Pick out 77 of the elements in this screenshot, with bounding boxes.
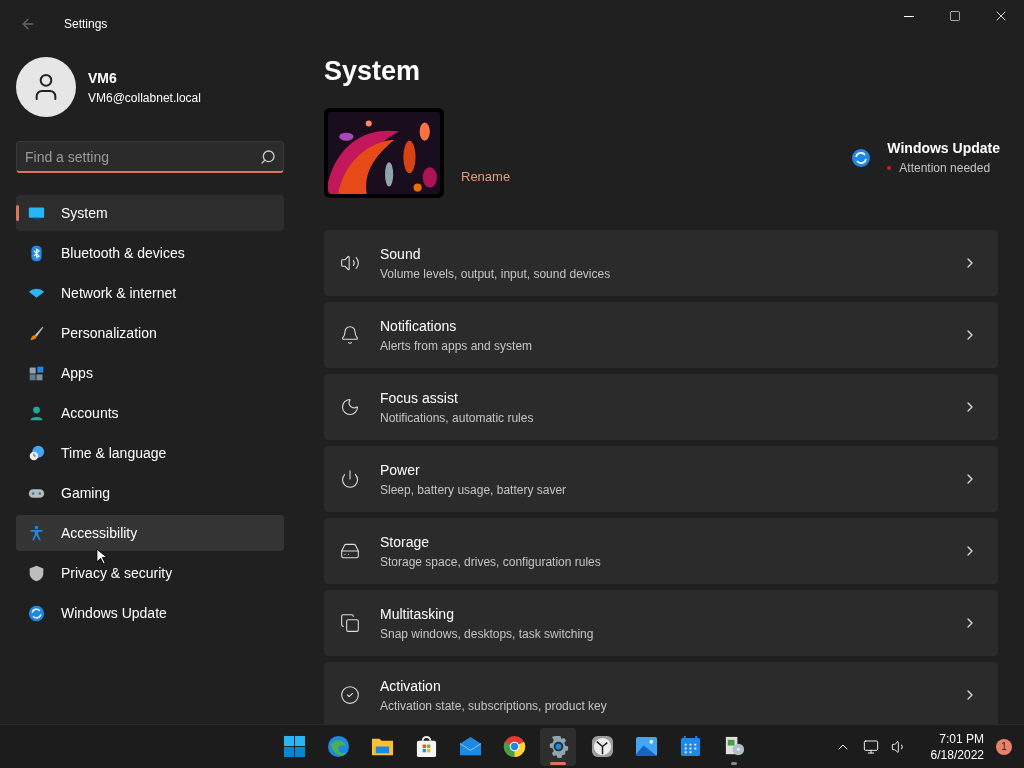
update-title[interactable]: Windows Update: [887, 138, 1000, 159]
bluetooth-icon: [28, 244, 45, 262]
user-email: VM6@collabnet.local: [88, 89, 201, 107]
bell-icon: [340, 325, 360, 345]
windows-logo-icon: [282, 735, 306, 758]
sidebar-item[interactable]: Time & language: [16, 435, 284, 471]
chrome-icon: [502, 735, 526, 758]
cursor-icon: [96, 548, 107, 565]
card-subtitle: Sleep, battery usage, battery saver: [380, 481, 568, 499]
settings-card[interactable]: Focus assist Notifications, automatic rules: [324, 374, 998, 440]
search-field[interactable]: Find a setting: [16, 141, 284, 173]
clock-time[interactable]: 7:01 PM: [939, 730, 984, 747]
sidebar-item[interactable]: Accessibility: [16, 515, 284, 551]
card-title: Sound: [380, 244, 422, 264]
card-subtitle: Notifications, automatic rules: [380, 409, 535, 427]
card-title: Focus assist: [380, 388, 459, 408]
running-indicator: [731, 761, 737, 765]
check-circle-icon: [340, 685, 360, 705]
sidebar-item[interactable]: Privacy & security: [16, 555, 284, 591]
rename-link[interactable]: Rename: [461, 166, 511, 186]
sync-icon: [851, 147, 872, 168]
speaker-icon: [340, 253, 360, 273]
power-icon: [340, 469, 360, 489]
card-subtitle: Activation state, subscriptions, product key: [380, 697, 608, 715]
sidebar-item[interactable]: Apps: [16, 355, 284, 391]
calendar-icon: [678, 735, 702, 758]
browser-icon: [326, 735, 350, 758]
card-title: Notifications: [380, 316, 458, 336]
minimize-icon: [904, 15, 914, 17]
clock-icon: [590, 735, 614, 758]
search-icon[interactable]: [260, 149, 276, 165]
photo-icon: [634, 735, 658, 758]
sidebar-item[interactable]: Personalization: [16, 315, 284, 351]
sidebar-item[interactable]: Gaming: [16, 475, 284, 511]
drive-icon: [340, 541, 360, 561]
store-icon: [414, 735, 438, 758]
moon-icon: [340, 397, 360, 417]
sidebar-item[interactable]: Windows Update: [16, 595, 284, 631]
card-title: Activation: [380, 676, 442, 696]
settings-card[interactable]: Power Sleep, battery usage, battery saver: [324, 446, 998, 512]
card-subtitle: Snap windows, desktops, task switching: [380, 625, 595, 643]
taskbar-app[interactable]: [540, 727, 576, 766]
maximize-icon: [949, 10, 961, 22]
card-subtitle: Storage space, drives, configuration rules: [380, 553, 602, 571]
clock-globe-icon: [28, 444, 45, 462]
clock-date[interactable]: 6/18/2022: [930, 746, 984, 763]
update-status: Attention needed: [899, 160, 991, 177]
brush-icon: [28, 324, 45, 342]
running-indicator: [550, 761, 566, 765]
selection-indicator: [16, 205, 19, 221]
settings-card[interactable]: Sound Volume levels, output, input, sound devices: [324, 230, 998, 296]
card-subtitle: Alerts from apps and system: [380, 337, 534, 355]
card-title: Storage: [380, 532, 431, 552]
apps-icon: [28, 364, 45, 382]
settings-card[interactable]: Activation Activation state, subscriptions, product key: [324, 662, 998, 724]
window-title: Settings: [64, 16, 108, 33]
sidebar-item[interactable]: System: [16, 195, 284, 231]
user-name: VM6: [88, 68, 118, 88]
notification-badge[interactable]: 1: [996, 738, 1012, 755]
page-title: System: [324, 58, 422, 85]
accessibility-icon: [28, 524, 45, 542]
mail-icon: [458, 735, 482, 758]
sidebar-item[interactable]: Accounts: [16, 395, 284, 431]
windows-icon: [340, 613, 360, 633]
shield-icon: [28, 564, 45, 582]
sync-icon: [28, 604, 45, 622]
avatar-icon: [16, 57, 76, 117]
settings-card[interactable]: Multitasking Snap windows, desktops, task switching: [324, 590, 998, 656]
card-subtitle: Volume levels, output, input, sound devices: [380, 265, 612, 283]
sidebar-item[interactable]: Network & internet: [16, 275, 284, 311]
settings-card[interactable]: Storage Storage space, drives, configuration rules: [324, 518, 998, 584]
sidebar-item[interactable]: Bluetooth & devices: [16, 235, 284, 271]
person-icon: [28, 404, 45, 422]
card-title: Power: [380, 460, 421, 480]
settings-card[interactable]: Notifications Alerts from apps and system: [324, 302, 998, 368]
network-icon[interactable]: [862, 738, 879, 755]
card-title: Multitasking: [380, 604, 455, 624]
